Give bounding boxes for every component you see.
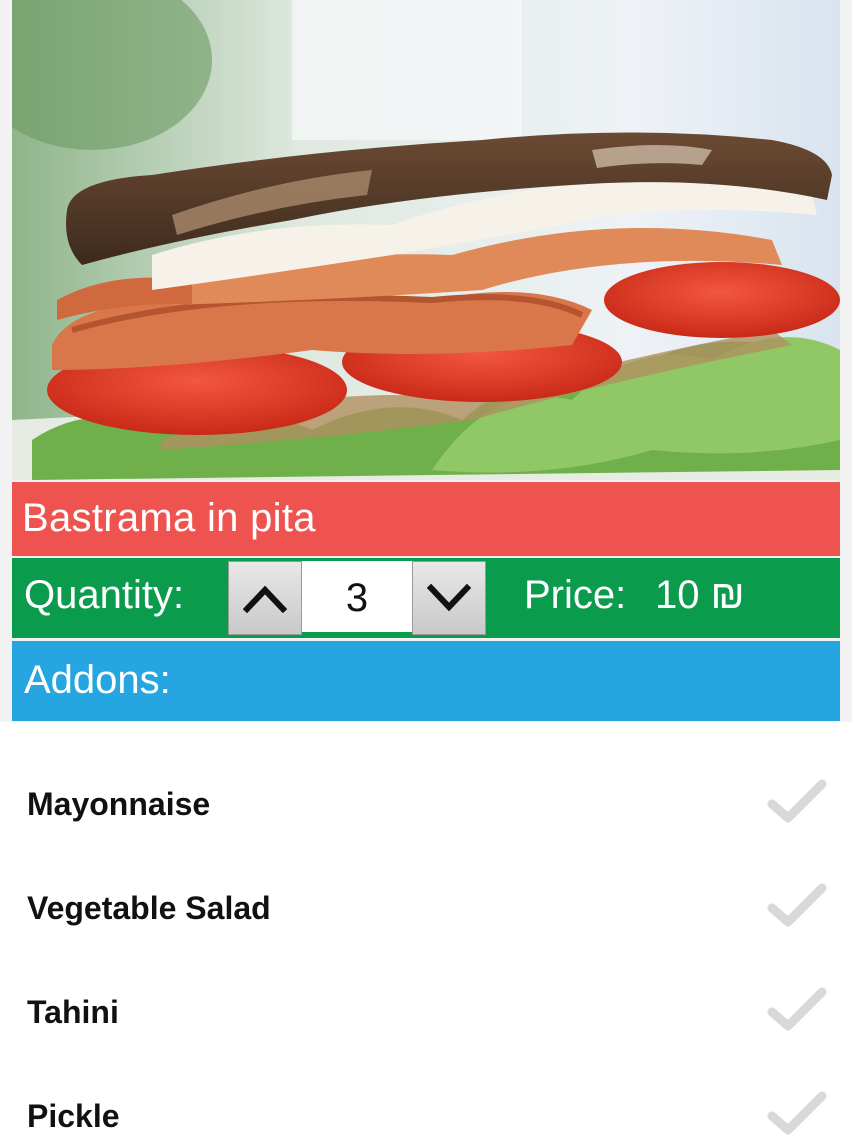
price-label: Price: (524, 573, 627, 617)
quantity-decrement-button[interactable] (412, 561, 486, 635)
addon-list: Mayonnaise Vegetable Salad Tahini Pickle (0, 722, 852, 1136)
addon-item-mayonnaise[interactable]: Mayonnaise (0, 722, 852, 826)
addon-item-tahini[interactable]: Tahini (0, 930, 852, 1034)
checkmark-icon[interactable] (766, 778, 828, 826)
addon-item-vegetable-salad[interactable]: Vegetable Salad (0, 826, 852, 930)
product-photo (12, 0, 840, 480)
quantity-price-bar: Quantity: 3 Price: 10 ₪ (12, 558, 840, 638)
checkmark-icon[interactable] (766, 986, 828, 1034)
checkmark-icon[interactable] (766, 1090, 828, 1136)
price-value: 10 ₪ (655, 573, 745, 617)
quantity-increment-button[interactable] (228, 561, 302, 635)
chevron-down-icon (427, 583, 471, 612)
checkmark-icon[interactable] (766, 882, 828, 930)
product-details-screen: Bastrama in pita Quantity: 3 Price: 10 ₪… (0, 0, 852, 1136)
quantity-input[interactable]: 3 (302, 561, 412, 635)
addon-label: Pickle (27, 1098, 120, 1134)
chevron-up-icon (243, 585, 287, 613)
product-title-bar: Bastrama in pita (12, 482, 840, 556)
quantity-label: Quantity: (24, 573, 185, 617)
product-title: Bastrama in pita (22, 496, 316, 540)
addon-item-pickle[interactable]: Pickle (0, 1034, 852, 1136)
addon-label: Mayonnaise (27, 786, 211, 822)
addons-header-bar: Addons: (12, 641, 840, 721)
addons-header: Addons: (24, 658, 171, 702)
addon-label: Tahini (27, 994, 119, 1030)
addon-label: Vegetable Salad (27, 890, 271, 926)
